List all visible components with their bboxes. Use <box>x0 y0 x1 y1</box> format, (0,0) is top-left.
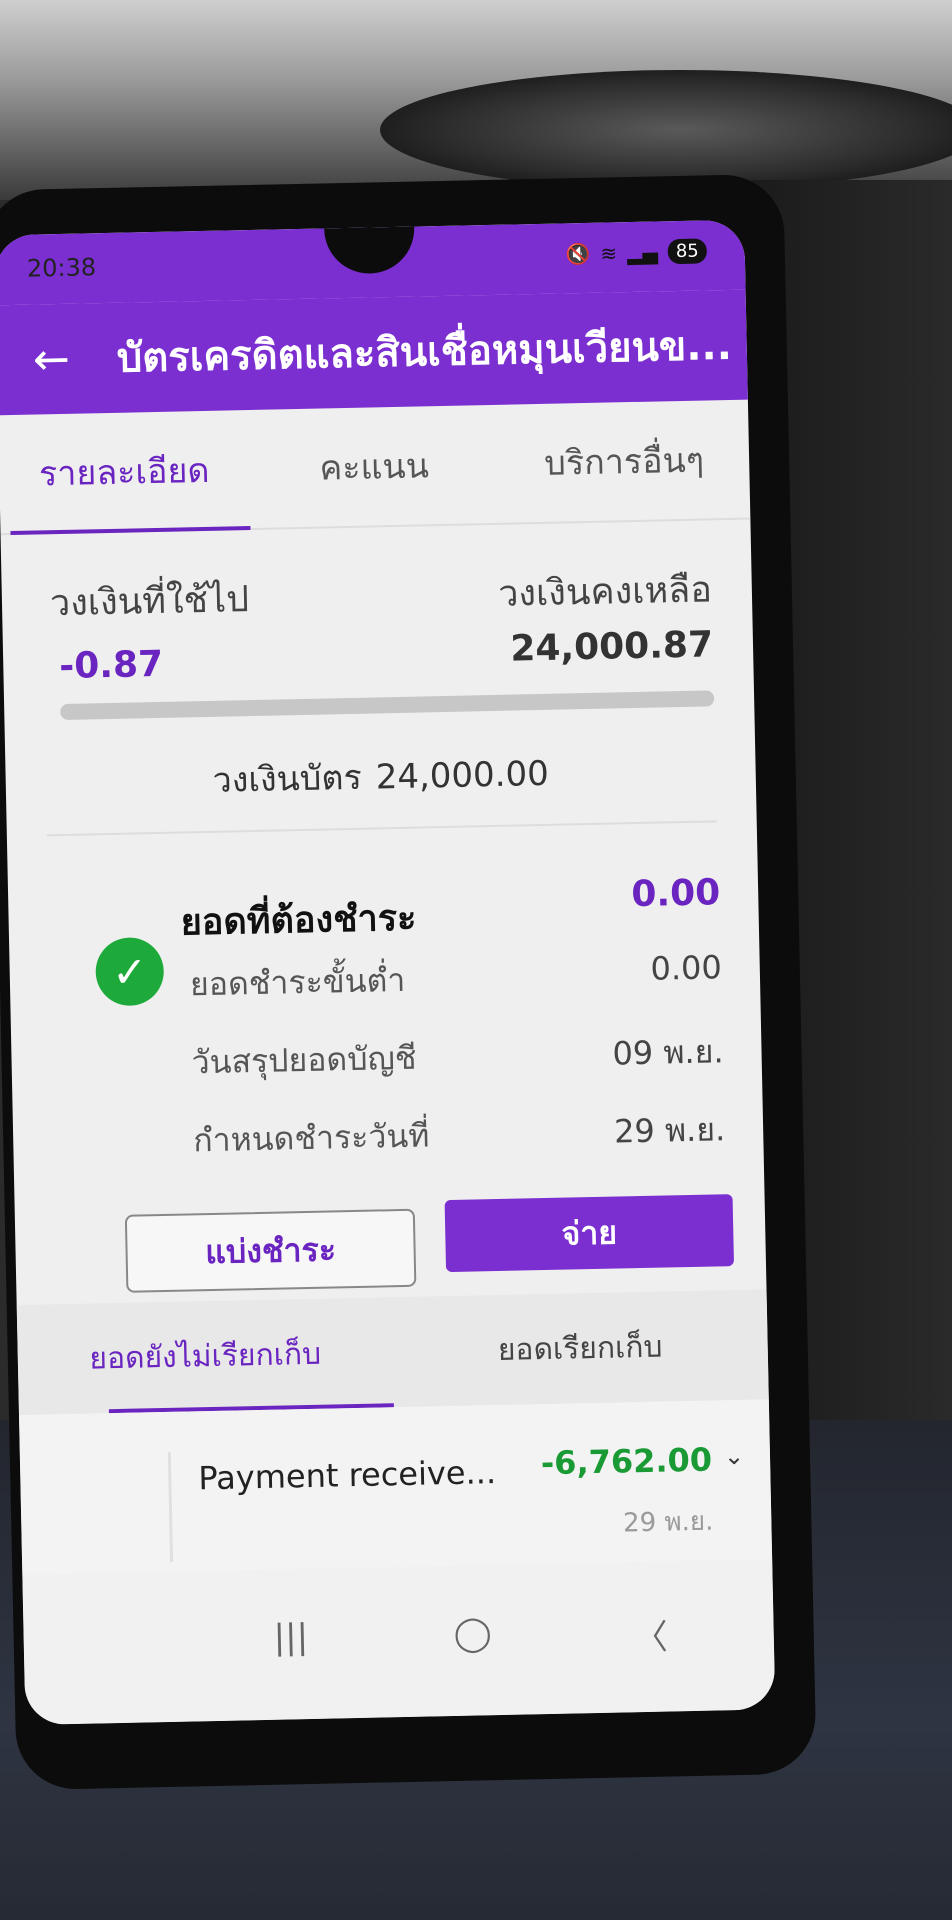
battery-badge: 85 <box>667 238 708 265</box>
tab-billed[interactable]: ยอดเรียกเก็บ <box>392 1289 769 1407</box>
credit-summary: วงเงินที่ใช้ไป วงเงินคงเหลือ -0.87 24,00… <box>1 520 756 801</box>
row-value: 29 พ.ย. <box>613 1110 726 1151</box>
tab-points[interactable]: คะแนน <box>248 405 500 528</box>
amount-due-label: ยอดที่ต้องชำระ <box>180 897 417 944</box>
row-value: 0.00 <box>650 948 723 988</box>
used-credit-value: -0.87 <box>58 643 164 688</box>
recent-apps-icon[interactable]: ||| <box>273 1617 308 1658</box>
credit-limit: วงเงินบัตร 24,000.00 <box>5 742 756 812</box>
row-label: ยอดชำระขั้นต่ำ <box>189 960 406 1004</box>
transaction-list-item[interactable]: Payment receive... -6,762.00 ⌄ 29 พ.ย. <box>18 1399 773 1576</box>
back-nav-icon[interactable]: 〈 <box>633 1610 668 1660</box>
wifi-icon: ≋ <box>600 240 618 266</box>
transaction-tab-bar: ยอดยังไม่เรียกเก็บ ยอดเรียกเก็บ <box>16 1289 769 1416</box>
signal-icon: ▂▄ <box>626 239 659 265</box>
phone-frame: 20:38 🔇 ≋ ▂▄ 85 ← บัตรเครดิตและสินเชื่อห… <box>0 173 817 1791</box>
payment-due-section: ✓ ยอดที่ต้องชำระ 0.00 ยอดชำระขั้นต่ำ 0.0… <box>7 829 764 1195</box>
tab-unbilled[interactable]: ยอดยังไม่เรียกเก็บ <box>17 1297 394 1415</box>
check-circle-icon: ✓ <box>95 936 165 1007</box>
transaction-date: 29 พ.ย. <box>622 1506 714 1539</box>
tab-other-services[interactable]: บริการอื่นๆ <box>498 400 750 523</box>
background-object <box>380 70 952 190</box>
home-icon[interactable]: ◯ <box>453 1613 492 1654</box>
row-label: วันสรุปยอดบัญชี <box>191 1038 417 1082</box>
tab-details[interactable]: รายละเอียด <box>0 410 250 533</box>
credit-progress-bar <box>60 690 715 721</box>
statement-date-row: วันสรุปยอดบัญชี 09 พ.ย. <box>191 1026 724 1088</box>
app-bar: ← บัตรเครดิตและสินเชื่อหมุนเวียนข... <box>0 289 748 416</box>
chevron-down-icon[interactable]: ⌄ <box>724 1442 745 1470</box>
action-buttons: แบ่งชำระ จ่าย <box>14 1179 766 1305</box>
credit-limit-value: 24,000.00 <box>375 753 550 798</box>
tab-bar: รายละเอียด คะแนน บริการอื่นๆ <box>0 399 751 536</box>
credit-limit-label: วงเงินบัตร <box>212 757 363 801</box>
system-nav-bar: ||| ◯ 〈 <box>22 1559 776 1726</box>
pay-button[interactable]: จ่าย <box>444 1194 735 1273</box>
used-credit-label: วงเงินที่ใช้ไป <box>49 579 250 625</box>
remaining-credit-value: 24,000.87 <box>509 624 714 670</box>
row-value: 09 พ.ย. <box>612 1032 724 1073</box>
amount-due-value: 0.00 <box>630 872 721 916</box>
arrow-left-icon[interactable]: ← <box>32 333 93 385</box>
row-label: กำหนดชำระวันที่ <box>192 1116 430 1160</box>
minimum-payment-row: ยอดชำระขั้นต่ำ 0.00 <box>189 948 723 1010</box>
phone-screen: 20:38 🔇 ≋ ▂▄ 85 ← บัตรเครดิตและสินเชื่อห… <box>0 219 776 1726</box>
status-icons: 🔇 ≋ ▂▄ 85 <box>565 238 708 266</box>
remaining-credit-label: วงเงินคงเหลือ <box>497 569 713 615</box>
installment-button[interactable]: แบ่งชำระ <box>124 1208 417 1293</box>
status-time: 20:38 <box>26 253 97 283</box>
timeline-line <box>167 1451 174 1562</box>
transaction-amount: -6,762.00 <box>540 1440 713 1483</box>
transaction-description: Payment receive... <box>197 1453 497 1498</box>
page-title: บัตรเครดิตและสินเชื่อหมุนเวียนข... <box>116 322 733 382</box>
due-date-row: กำหนดชำระวันที่ 29 พ.ย. <box>193 1104 726 1166</box>
camera-notch <box>324 226 416 275</box>
mute-icon: 🔇 <box>565 241 591 266</box>
